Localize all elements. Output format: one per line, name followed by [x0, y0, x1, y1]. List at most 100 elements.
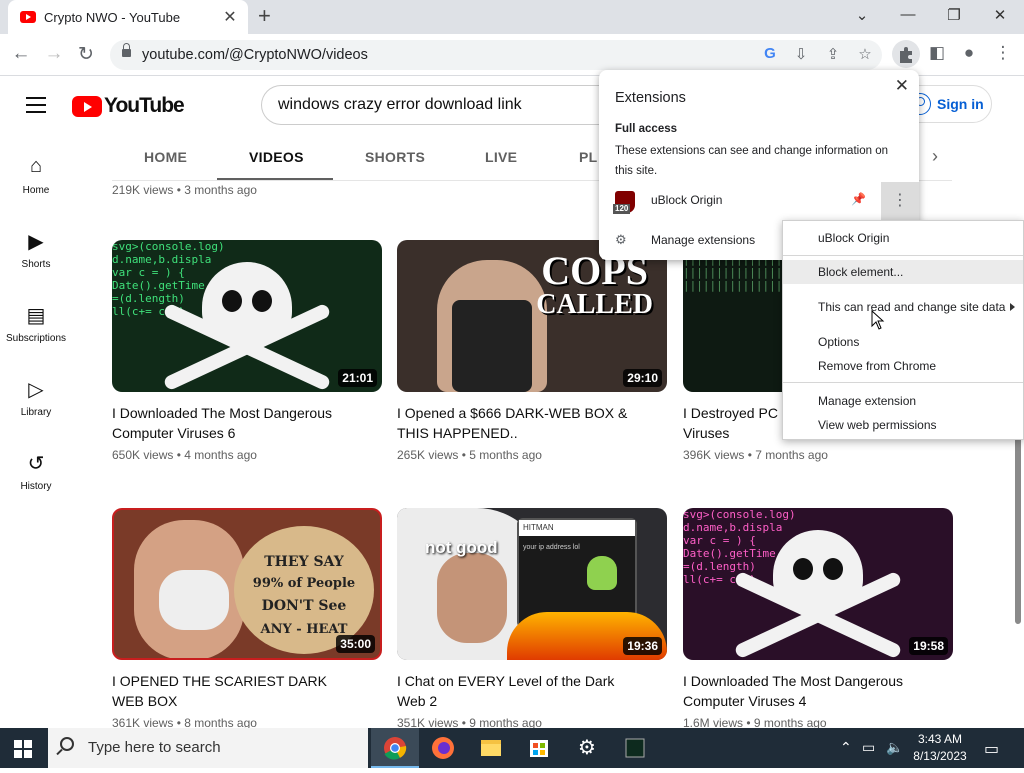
video-duration: 35:00 [336, 635, 375, 653]
tab-title: Crypto NWO - YouTube [44, 9, 181, 25]
full-access-heading: Full access [615, 123, 678, 135]
folder-icon [481, 740, 501, 756]
address-bar[interactable]: youtube.com/@CryptoNWO/videos G ⇩ ⇪ ☆ [110, 40, 882, 70]
menu-item-view-web-permissions[interactable]: View web permissions [783, 413, 1023, 437]
guide-item-home[interactable]: ⌂ Home [0, 155, 72, 196]
menu-item-site-data[interactable]: This can read and change site data [783, 295, 1023, 319]
profile-icon[interactable]: ● [958, 43, 980, 63]
video-card[interactable]: COPS CALLED 29:10 I Opened a $666 DARK-W… [397, 240, 667, 462]
guide-item-subscriptions[interactable]: ▤ Subscriptions [0, 303, 72, 344]
url-text: youtube.com/@CryptoNWO/videos [142, 47, 368, 63]
youtube-logo[interactable]: YouTube [72, 94, 185, 118]
video-thumbnail[interactable]: THEY SAY 99% of People DON'T See ANY - H… [112, 508, 382, 660]
extensions-puzzle-button[interactable] [892, 40, 920, 68]
tab-close-button[interactable]: ✕ [222, 7, 238, 27]
thumbnail-text: not good [425, 538, 498, 557]
windows-start-icon[interactable] [14, 740, 32, 758]
install-icon[interactable]: ⇩ [791, 45, 811, 63]
more-actions-button[interactable]: ⋮ [881, 182, 919, 220]
youtube-favicon-icon [20, 11, 36, 23]
guide-item-history[interactable]: ↺ History [0, 451, 72, 492]
tab-live[interactable]: LIVE [485, 149, 517, 165]
taskbar-app[interactable] [611, 728, 659, 768]
menu-item-ublock-origin[interactable]: uBlock Origin [783, 226, 1023, 250]
video-meta: 650K views • 4 months ago [112, 448, 257, 462]
hand-figure [159, 570, 229, 630]
close-icon[interactable]: ✕ [895, 76, 909, 96]
taskbar-firefox[interactable] [419, 728, 467, 768]
tab-search-icon[interactable]: ⌄ [852, 6, 872, 24]
tab-shorts[interactable]: SHORTS [365, 149, 425, 165]
skull-icon [202, 262, 292, 342]
video-title[interactable]: I Downloaded The Most Dangerous Computer… [112, 403, 352, 443]
scrollbar-thumb[interactable] [1015, 414, 1021, 624]
taskbar-search-box[interactable]: Type here to search [48, 728, 368, 768]
video-thumbnail[interactable]: not good HITMAN your ip address lol 19:3… [397, 508, 667, 660]
taskbar-clock[interactable]: 3:43 AM 8/13/2023 [910, 731, 970, 765]
tab-videos[interactable]: VIDEOS [249, 149, 304, 165]
back-icon[interactable]: ← [10, 43, 32, 65]
chrome-menu-icon[interactable]: ⋮ [992, 43, 1014, 63]
video-card[interactable]: svg>(console.log) d.name,b.displa var c … [112, 240, 382, 462]
taskbar-settings[interactable]: ⚙ [563, 728, 611, 768]
home-icon: ⌂ [29, 155, 43, 177]
manage-extensions-link[interactable]: ⚙ Manage extensions [615, 231, 775, 249]
reload-icon[interactable]: ↻ [75, 43, 97, 66]
library-icon: ▷ [28, 379, 44, 401]
video-duration: 29:10 [623, 369, 662, 387]
maximize-button[interactable]: ❐ [944, 6, 964, 24]
side-panel-icon[interactable]: ◧ [926, 43, 948, 63]
video-card[interactable]: not good HITMAN your ip address lol 19:3… [397, 508, 667, 730]
youtube-play-icon [72, 95, 102, 117]
shorts-icon: ▶ [28, 231, 44, 253]
guide-item-shorts[interactable]: ▶ Shorts [0, 229, 72, 270]
minimize-button[interactable]: — [898, 6, 918, 23]
taskbar-store[interactable] [515, 728, 563, 768]
volume-icon[interactable]: 🔈 [886, 739, 903, 756]
store-icon [530, 740, 548, 757]
menu-item-manage-extension[interactable]: Manage extension [783, 389, 1023, 413]
video-thumbnail[interactable]: svg>(console.log) d.name,b.displa var c … [112, 240, 382, 392]
video-title[interactable]: I OPENED THE SCARIEST DARK WEB BOX [112, 671, 352, 711]
video-thumbnail[interactable]: svg>(console.log) d.name,b.displa var c … [683, 508, 953, 660]
popup-title: Extensions [615, 90, 686, 106]
clock-time: 3:43 AM [917, 732, 963, 746]
tab-home[interactable]: HOME [144, 149, 187, 165]
subscriptions-icon: ▤ [26, 305, 46, 327]
bookmark-star-icon[interactable]: ☆ [855, 45, 875, 63]
video-card[interactable]: THEY SAY 99% of People DON'T See ANY - H… [112, 508, 382, 730]
network-icon[interactable]: ▭ [862, 739, 875, 756]
video-title[interactable]: I Opened a $666 DARK-WEB BOX & THIS HAPP… [397, 403, 637, 443]
submenu-arrow-icon [1010, 303, 1015, 311]
browser-tab[interactable]: Crypto NWO - YouTube ✕ [8, 0, 248, 34]
search-input[interactable]: windows crazy error download link [261, 85, 621, 125]
video-title[interactable]: I Chat on EVERY Level of the Dark Web 2 [397, 671, 637, 711]
menu-separator [783, 255, 1023, 256]
full-access-description: These extensions can see and change info… [615, 145, 888, 177]
menu-item-options[interactable]: Options [783, 330, 1023, 354]
google-icon[interactable]: G [760, 45, 780, 62]
puzzle-icon [900, 47, 912, 63]
guide-menu-icon[interactable] [26, 97, 46, 118]
extension-row-ublock[interactable]: 120 uBlock Origin 📌 ⋮ [599, 182, 919, 220]
vest-figure [452, 300, 532, 392]
video-title[interactable]: I Downloaded The Most Dangerous Computer… [683, 671, 923, 711]
chevron-right-icon[interactable]: › [932, 146, 938, 167]
share-icon[interactable]: ⇪ [823, 45, 843, 63]
taskbar-search-placeholder: Type here to search [88, 739, 221, 756]
notification-icon[interactable]: ▭ [984, 739, 999, 759]
close-window-button[interactable]: ✕ [990, 6, 1010, 24]
menu-item-remove-from-chrome[interactable]: Remove from Chrome [783, 354, 1023, 378]
new-tab-button[interactable]: + [258, 5, 271, 27]
terminal-app-icon [625, 738, 645, 758]
show-hidden-icons-icon[interactable]: ⌃ [840, 739, 852, 756]
tab-playlists[interactable]: PL [579, 149, 598, 165]
taskbar-chrome[interactable] [371, 728, 419, 768]
video-thumbnail[interactable]: COPS CALLED 29:10 [397, 240, 667, 392]
taskbar-file-explorer[interactable] [467, 728, 515, 768]
guide-item-library[interactable]: ▷ Library [0, 377, 72, 418]
pin-icon[interactable]: 📌 [851, 192, 866, 206]
menu-item-block-element[interactable]: Block element... [783, 260, 1023, 284]
video-card[interactable]: svg>(console.log) d.name,b.displa var c … [683, 508, 953, 730]
forward-icon[interactable]: → [43, 43, 65, 65]
